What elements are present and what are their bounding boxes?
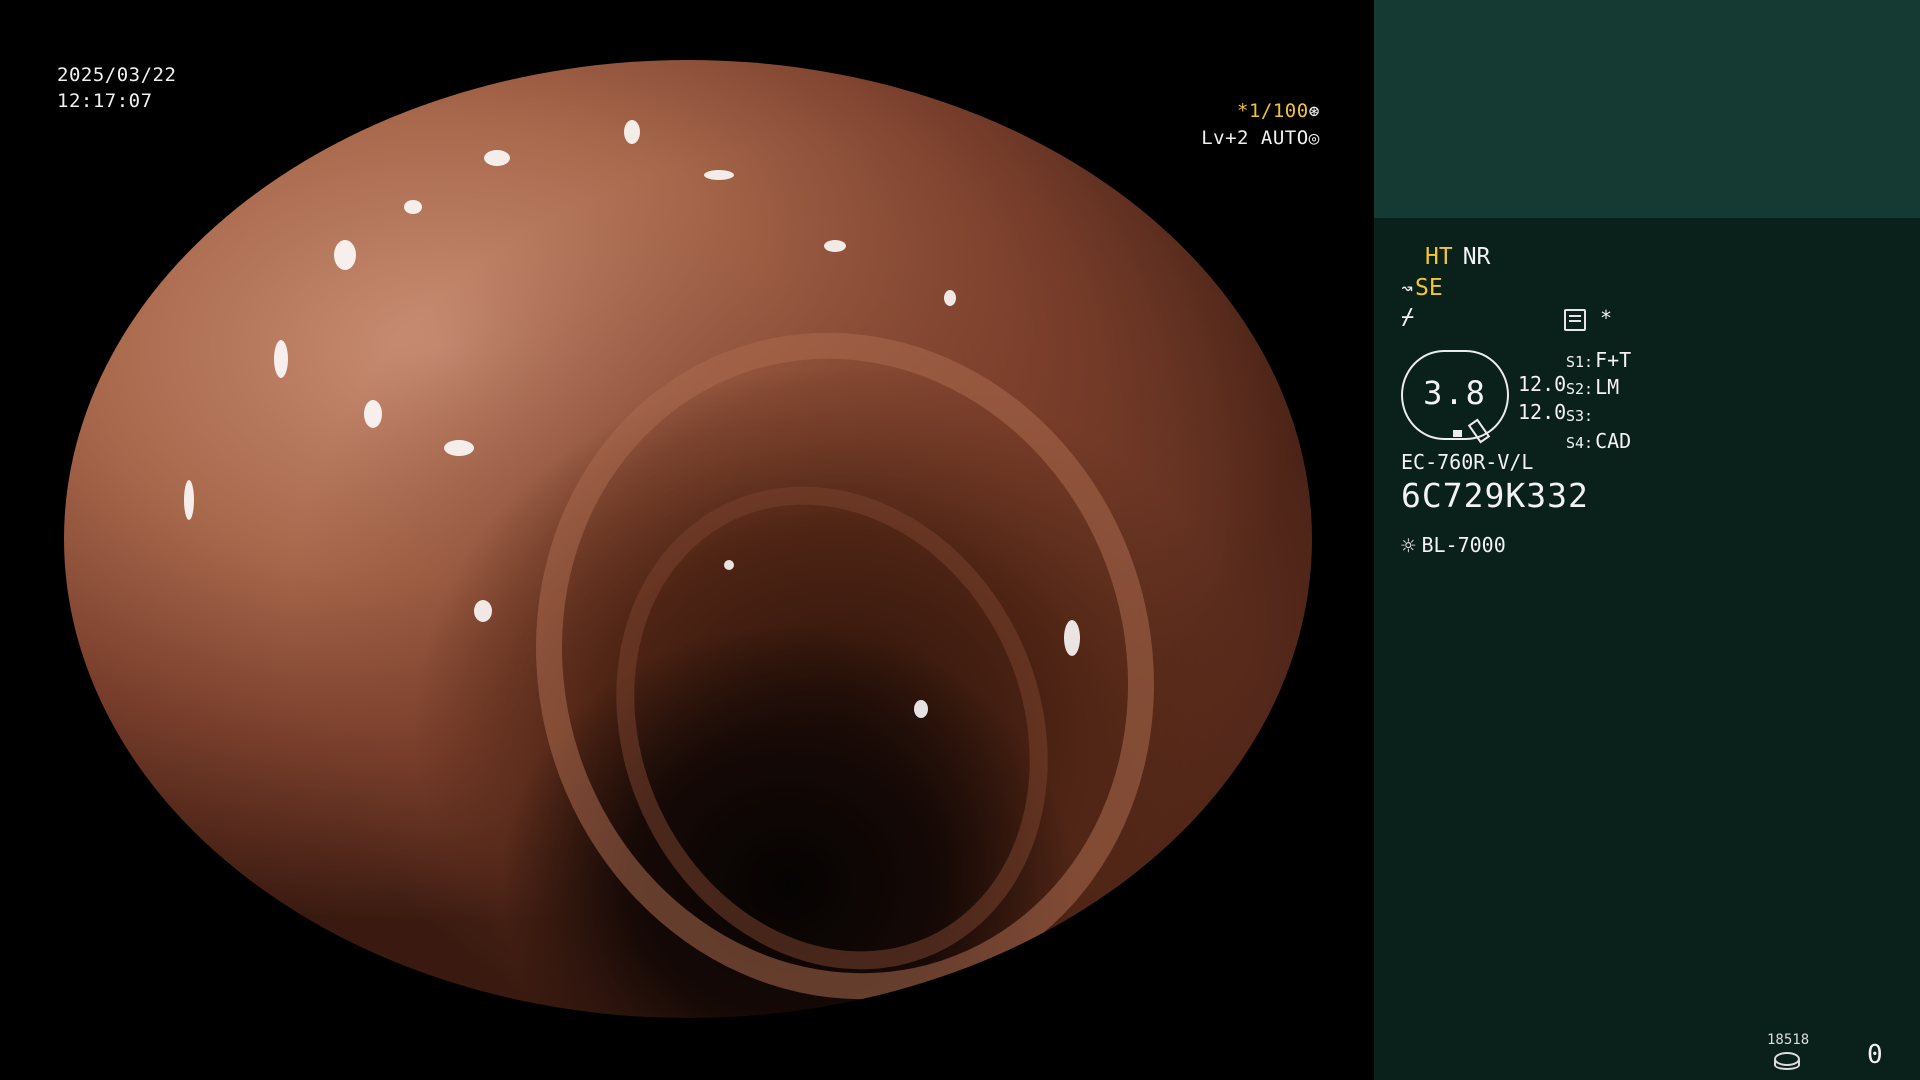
scope-model: EC-760R-V/L: [1401, 450, 1534, 474]
se-indicator: SE: [1415, 275, 1443, 301]
memory-asterisk: *: [1600, 306, 1613, 330]
se-row: ↝SE: [1401, 275, 1443, 301]
light-reflection: [624, 120, 640, 144]
value-a: 12.0: [1518, 372, 1567, 396]
zoom-gauge: 3.8: [1401, 350, 1509, 444]
light-reflection: [704, 170, 734, 180]
image-counter: 18518: [1767, 1032, 1810, 1048]
gauge-needle-icon: [1467, 418, 1491, 444]
light-reflection: [274, 340, 288, 378]
exposure-overlay: *1/100⊛ Lv+2 AUTO◎: [1160, 98, 1320, 152]
light-reflection: [724, 560, 734, 570]
scope-serial: 6C729K332: [1401, 476, 1589, 515]
date-time-overlay: 2025/03/22 12:17:07: [57, 62, 176, 114]
light-source-row: ☼ BL-7000: [1401, 532, 1506, 560]
light-reflection: [824, 240, 846, 252]
scissor-icon: ⌿: [1401, 305, 1415, 330]
capture-count: 0: [1867, 1040, 1883, 1070]
scope-switch-list: S1: F+T S2: LM S3: S4: CAD: [1566, 348, 1631, 456]
aperture-icon: ⊛: [1308, 101, 1320, 122]
light-reflection: [364, 400, 382, 428]
gauge-value: 3.8: [1423, 374, 1487, 412]
value-b: 12.0: [1518, 400, 1567, 424]
time-text: 12:17:07: [57, 90, 153, 112]
ht-indicator: HT: [1425, 244, 1453, 270]
memory-row: *: [1564, 306, 1612, 331]
light-reflection: [484, 150, 510, 166]
light-reflection: [404, 200, 422, 214]
nr-indicator: NR: [1462, 244, 1491, 270]
brightness-level: Lv+2 AUTO: [1201, 127, 1309, 149]
switch-s1: S1: F+T: [1566, 348, 1632, 372]
date-text: 2025/03/22: [57, 64, 177, 86]
endoscope-video: 2025/03/22 12:17:07 *1/100⊛ Lv+2 AUTO◎: [0, 0, 1374, 1080]
shutter-speed: *1/100: [1237, 100, 1309, 122]
light-reflection: [944, 290, 956, 306]
endoscope-image: [64, 60, 1312, 1018]
enhancement-icon: ↝: [1401, 276, 1414, 300]
light-reflection: [474, 600, 492, 622]
light-reflection: [444, 440, 474, 456]
light-reflection: [184, 480, 194, 520]
switch-s2: S2: LM: [1566, 375, 1620, 399]
light-reflection: [914, 700, 928, 718]
ht-nr-row: HT NR: [1425, 244, 1500, 270]
switch-s3: S3:: [1566, 407, 1594, 425]
memory-card-icon: [1564, 308, 1586, 331]
info-panel: HT NR ↝SE ⌿ * 3.8 12.0 12.0 S1: F+T S2: LM …: [1374, 0, 1920, 1080]
light-reflection: [1064, 620, 1080, 656]
light-reflection: [334, 240, 356, 270]
storage-disk-icon: [1774, 1052, 1800, 1070]
info-panel-header: [1374, 0, 1920, 218]
light-source-name: BL-7000: [1421, 533, 1506, 557]
light-source-icon: ☼: [1401, 532, 1416, 560]
gauge-mark: [1453, 430, 1462, 437]
switch-s4: S4: CAD: [1566, 429, 1632, 453]
iris-icon: ◎: [1308, 128, 1320, 149]
